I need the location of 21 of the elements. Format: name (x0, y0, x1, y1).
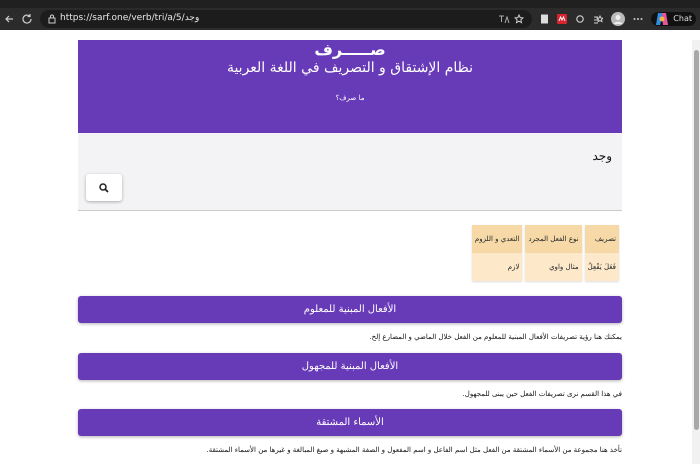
search-field[interactable]: وجد (78, 133, 622, 211)
more-icon[interactable] (633, 17, 644, 21)
profile-icon[interactable] (611, 12, 626, 26)
reload-icon[interactable] (22, 14, 32, 24)
favorites-icon[interactable] (593, 14, 604, 24)
lock-icon (48, 14, 56, 24)
site-logo: صـــــرف (314, 40, 386, 60)
star-icon[interactable] (514, 14, 524, 24)
copilot-icon (655, 12, 670, 26)
extension-icon[interactable] (557, 14, 568, 24)
section-button[interactable]: الأسماء المشتقة (78, 409, 622, 436)
copilot-button[interactable]: Chat (651, 12, 696, 26)
search-button[interactable] (86, 174, 122, 201)
site-subtitle: نظام الإشتقاق و التصريف في اللغة العربية (226, 59, 474, 78)
back-icon[interactable] (4, 14, 14, 24)
scrollbar[interactable] (692, 40, 700, 464)
section-button[interactable]: الأفعال المبنية للمعلوم (78, 296, 622, 323)
translate-icon[interactable] (498, 14, 510, 24)
search-icon (99, 182, 109, 192)
section-button[interactable]: الأفعال المبنية للمجهول (78, 352, 622, 380)
document-icon[interactable] (540, 14, 550, 24)
